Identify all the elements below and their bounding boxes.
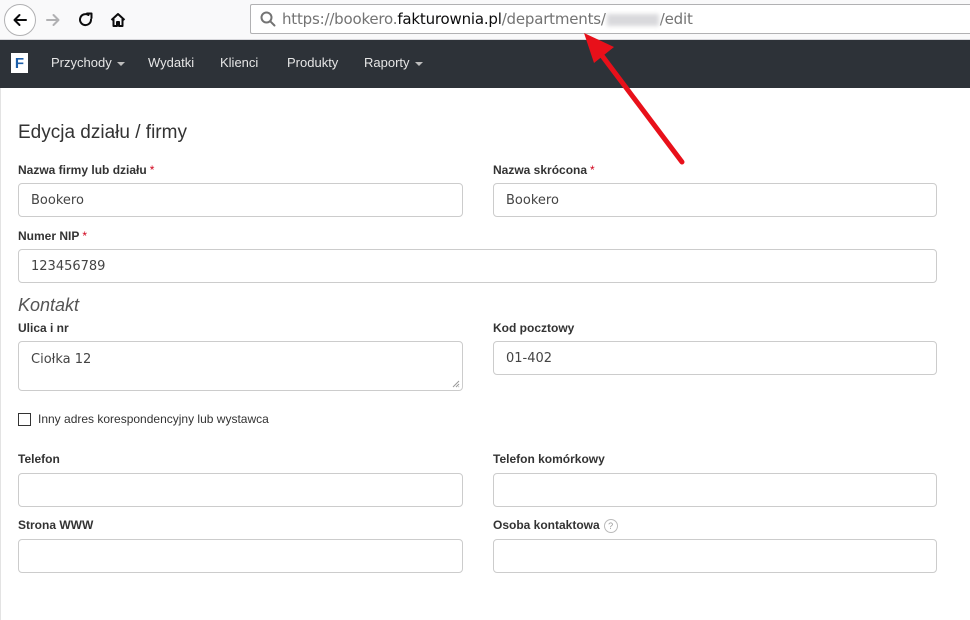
alt-address-checkbox[interactable] — [18, 412, 31, 426]
contact-section-heading: Kontakt — [18, 295, 80, 315]
postal-code-input[interactable]: 01-402 — [493, 341, 937, 375]
blurred-id — [606, 13, 659, 26]
street-label: Ulica i nr — [18, 321, 69, 335]
home-button[interactable] — [102, 4, 134, 36]
back-button[interactable] — [4, 4, 36, 36]
company-name-input[interactable]: Bookero — [18, 183, 463, 217]
nav-item-raporty[interactable]: Raporty — [364, 55, 423, 70]
app-navbar: F Przychody Wydatki Klienci Produkty Rap… — [0, 40, 970, 88]
reload-icon — [79, 12, 93, 27]
nav-item-przychody[interactable]: Przychody — [51, 55, 125, 70]
search-icon — [257, 8, 279, 30]
www-label: Strona WWW — [18, 518, 94, 532]
postal-code-label: Kod pocztowy — [493, 321, 575, 335]
contact-person-input[interactable] — [493, 539, 937, 573]
mobile-label: Telefon komórkowy — [493, 452, 605, 466]
home-icon — [110, 13, 126, 27]
alt-address-checkbox-row[interactable]: Inny adres korespondencyjny lub wystawca — [18, 412, 269, 426]
arrow-right-icon — [46, 14, 60, 26]
resize-grip-icon[interactable] — [452, 380, 460, 388]
caret-down-icon — [414, 61, 423, 66]
nip-input[interactable]: 123456789 — [18, 249, 937, 283]
nav-item-produkty[interactable]: Produkty — [287, 55, 338, 70]
phone-input[interactable] — [18, 473, 463, 507]
company-name-label: Nazwa firmy lub działu * — [18, 163, 155, 177]
short-name-input[interactable]: Bookero — [493, 183, 937, 217]
street-textarea[interactable]: Ciołka 12 — [18, 341, 463, 391]
page-title: Edycja działu / firmy — [18, 122, 187, 143]
www-input[interactable] — [18, 539, 463, 573]
nav-item-klienci[interactable]: Klienci — [220, 55, 258, 70]
nip-label: Numer NIP * — [18, 229, 88, 243]
help-icon[interactable]: ? — [603, 518, 618, 533]
app-logo[interactable]: F — [11, 53, 28, 73]
browser-toolbar: https://bookero.fakturownia.pl/departmen… — [0, 0, 970, 40]
forward-button[interactable] — [37, 4, 69, 36]
nav-item-wydatki[interactable]: Wydatki — [148, 55, 194, 70]
arrow-left-icon — [13, 14, 27, 26]
caret-down-icon — [116, 61, 125, 66]
phone-label: Telefon — [18, 452, 60, 466]
contact-person-label: Osoba kontaktowa? — [493, 518, 618, 533]
reload-button[interactable] — [70, 4, 102, 36]
alt-address-label[interactable]: Inny adres korespondencyjny lub wystawca — [38, 412, 269, 426]
mobile-input[interactable] — [493, 473, 937, 507]
annotation-arrow — [584, 33, 685, 165]
